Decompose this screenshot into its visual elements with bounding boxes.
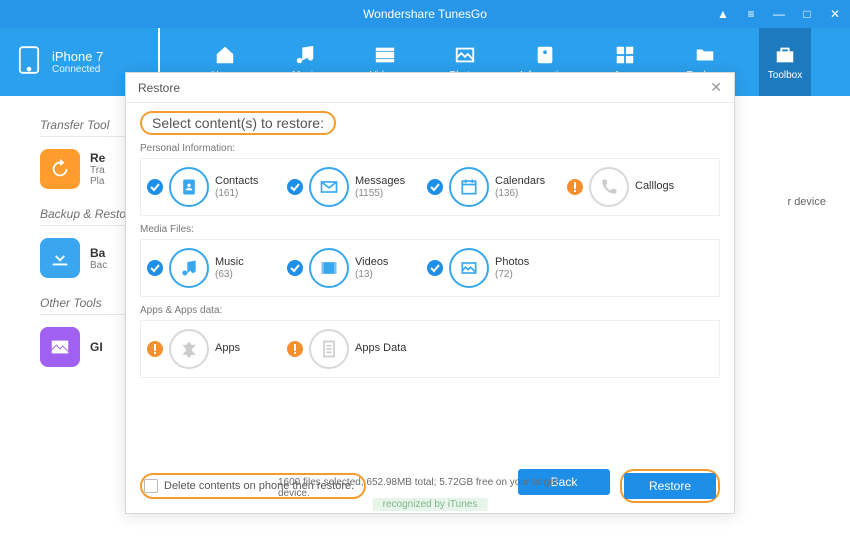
check-icon[interactable] (147, 260, 163, 276)
dialog-title: Restore (138, 81, 180, 95)
group-apps: Apps Apps Data (140, 320, 720, 378)
item-contacts[interactable]: Contacts(161) (147, 167, 287, 207)
item-appsdata[interactable]: Apps Data (287, 329, 427, 369)
maximize-icon[interactable]: □ (800, 7, 814, 21)
section-personal: Personal Information: (140, 143, 720, 154)
check-icon[interactable] (147, 179, 163, 195)
section-media: Media Files: (140, 224, 720, 235)
apps-icon (169, 329, 209, 369)
calendar-icon (449, 167, 489, 207)
dialog-subtitle: Select content(s) to restore: (140, 111, 336, 135)
photo-icon (449, 248, 489, 288)
warning-icon (567, 179, 583, 195)
restore-dialog: Restore ✕ Select content(s) to restore: … (125, 72, 735, 514)
menu-icon[interactable]: ≡ (744, 7, 758, 21)
item-videos[interactable]: Videos(13) (287, 248, 427, 288)
item-calendars[interactable]: Calendars(136) (427, 167, 567, 207)
minimize-icon[interactable]: — (772, 7, 786, 21)
status-text: 1600 files selected, 652.98MB total; 5.7… (278, 477, 582, 499)
messages-icon (309, 167, 349, 207)
check-icon[interactable] (427, 179, 443, 195)
delete-checkbox[interactable] (144, 479, 158, 493)
item-calllogs[interactable]: Calllogs (567, 167, 707, 207)
user-icon[interactable]: ▲ (716, 7, 730, 21)
check-icon[interactable] (287, 179, 303, 195)
app-title: Wondershare TunesGo (363, 7, 487, 21)
nav-toolbox[interactable]: Toolbox (759, 28, 811, 96)
item-music[interactable]: Music(63) (147, 248, 287, 288)
close-window-icon[interactable]: ✕ (828, 7, 842, 21)
document-icon (309, 329, 349, 369)
recognized-text: recognized by iTunes (373, 498, 488, 511)
image-icon (40, 327, 80, 367)
phone-icon (18, 45, 40, 80)
contacts-icon (169, 167, 209, 207)
group-media: Music(63) Videos(13) Photos(72) (140, 239, 720, 297)
phone-icon (589, 167, 629, 207)
check-icon[interactable] (427, 260, 443, 276)
warning-icon (287, 341, 303, 357)
restore-button[interactable]: Restore (624, 473, 716, 499)
refresh-icon (40, 149, 80, 189)
close-icon[interactable]: ✕ (710, 79, 722, 96)
check-icon[interactable] (287, 260, 303, 276)
warning-icon (147, 341, 163, 357)
item-photos[interactable]: Photos(72) (427, 248, 567, 288)
video-icon (309, 248, 349, 288)
device-status: Connected (52, 64, 103, 75)
device-name: iPhone 7 (52, 49, 103, 64)
hint-text: r device (787, 196, 826, 208)
item-messages[interactable]: Messages(1155) (287, 167, 427, 207)
download-icon (40, 238, 80, 278)
item-apps[interactable]: Apps (147, 329, 287, 369)
music-icon (169, 248, 209, 288)
section-apps: Apps & Apps data: (140, 305, 720, 316)
titlebar: Wondershare TunesGo ▲ ≡ — □ ✕ (0, 0, 850, 28)
group-personal: Contacts(161) Messages(1155) Calendars(1… (140, 158, 720, 216)
